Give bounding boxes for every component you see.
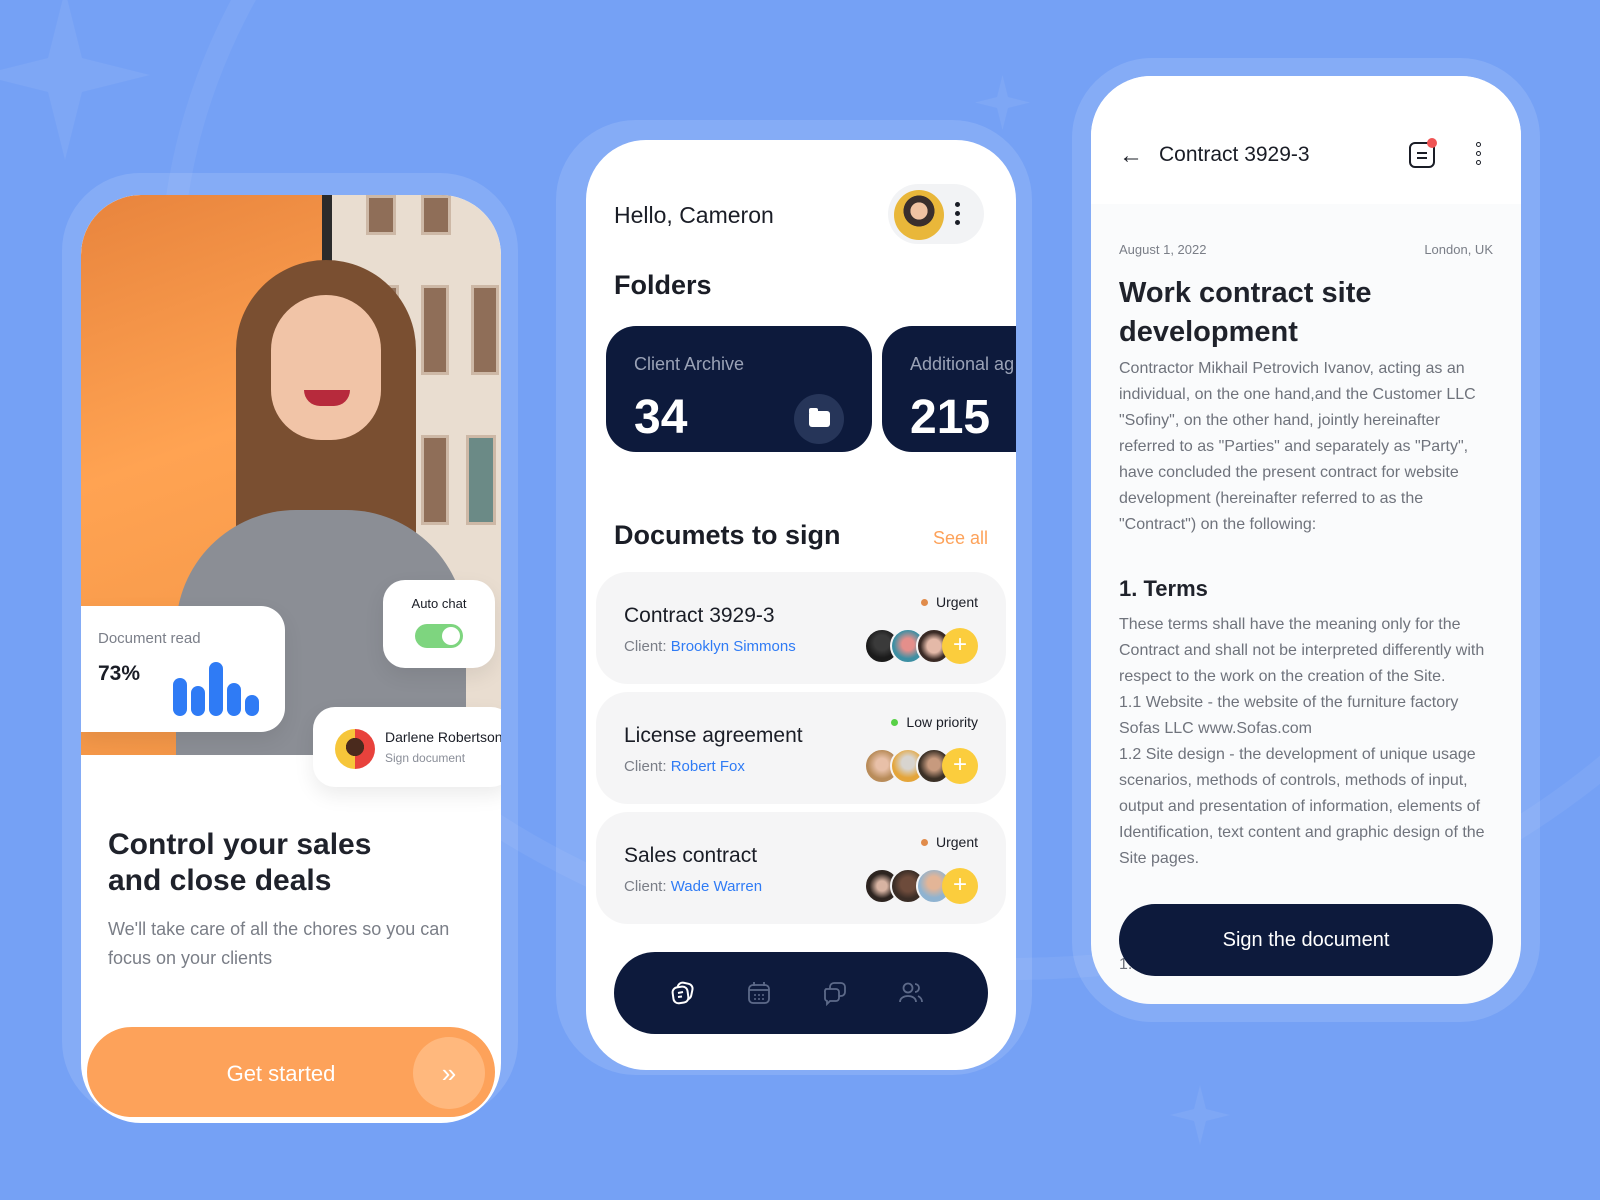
reading-bar: [227, 682, 241, 716]
assignee-avatars: +: [864, 628, 978, 664]
folder-card[interactable]: Client Archive 34: [606, 326, 872, 452]
more-vertical-icon[interactable]: [954, 202, 960, 225]
priority-dot: [891, 718, 899, 726]
document-read-label: Document read: [98, 630, 201, 647]
document-item[interactable]: Sales contract Client: Wade Warren Urgen…: [596, 812, 1006, 924]
background-star: [0, 0, 150, 160]
terms-paragraph: 1.2 Site design - the development of uni…: [1119, 746, 1485, 867]
document-read-value: 73%: [98, 662, 141, 685]
signer-action: Sign document: [385, 751, 466, 765]
signer-name: Darlene Robertson: [385, 729, 501, 745]
users-icon[interactable]: [898, 980, 924, 1006]
back-arrow-icon[interactable]: ←: [1119, 142, 1143, 170]
priority-badge: Low priority: [891, 714, 978, 730]
notification-dot: [1427, 138, 1437, 148]
contract-header: ← Contract 3929-3: [1091, 76, 1521, 204]
reading-bar: [191, 686, 205, 716]
document-client: Client: Brooklyn Simmons: [624, 638, 796, 655]
background-star: [975, 75, 1030, 130]
document-title: Sales contract: [624, 844, 758, 867]
contract-intro: Contractor Mikhail Petrovich Ivanov, act…: [1119, 360, 1476, 533]
user-avatar[interactable]: [894, 190, 944, 240]
contract-screen: ← Contract 3929-3 August 1, 2022 London,…: [1091, 76, 1521, 1004]
documents-to-sign-title: Documets to sign: [614, 520, 841, 550]
priority-label: Low priority: [906, 714, 978, 730]
headline: Control your sales and close deals: [108, 827, 488, 899]
document-item[interactable]: Contract 3929-3 Client: Brooklyn Simmons…: [596, 572, 1006, 684]
client-name[interactable]: Robert Fox: [671, 758, 745, 775]
auto-chat-card: Auto chat: [383, 580, 495, 668]
folder-count: 215: [910, 391, 991, 444]
priority-label: Urgent: [935, 594, 978, 610]
client-name[interactable]: Brooklyn Simmons: [671, 638, 796, 655]
onboarding-screen: Document read 73% Auto chat Darlene Robe…: [81, 195, 501, 1123]
contract-date: August 1, 2022: [1119, 242, 1207, 257]
folder-count: 34: [634, 391, 688, 444]
document-item[interactable]: License agreement Client: Robert Fox Low…: [596, 692, 1006, 804]
add-assignee-button[interactable]: +: [942, 628, 978, 664]
greeting: Hello, Cameron: [614, 202, 774, 228]
add-assignee-button[interactable]: +: [942, 748, 978, 784]
client-label: Client:: [624, 758, 671, 775]
assignee-avatars: +: [864, 748, 978, 784]
priority-badge: Urgent: [920, 834, 978, 850]
contract-terms: These terms shall have the meaning only …: [1119, 612, 1499, 872]
contract-location: London, UK: [1424, 242, 1493, 257]
terms-paragraph: 1.1 Website - the website of the furnitu…: [1119, 694, 1459, 737]
client-label: Client:: [624, 638, 671, 655]
assignee-avatars: +: [864, 868, 978, 904]
folder-label: Client Archive: [634, 354, 745, 374]
background-star: [1170, 1085, 1230, 1145]
priority-dot: [920, 598, 928, 606]
document-title: Contract 3929-3: [624, 604, 775, 627]
bottom-navigation: [614, 952, 988, 1034]
folder-icon[interactable]: [794, 394, 844, 444]
chat-icon[interactable]: [822, 980, 848, 1006]
reading-bars: [173, 660, 263, 716]
profile-menu[interactable]: [888, 184, 984, 244]
reading-bar: [209, 662, 223, 716]
priority-dot: [920, 838, 928, 846]
reading-bar: [245, 695, 259, 716]
document-client: Client: Wade Warren: [624, 878, 762, 895]
document-read-card: Document read 73%: [81, 606, 285, 732]
terms-paragraph: These terms shall have the meaning only …: [1119, 616, 1485, 685]
terms-heading: 1. Terms: [1119, 576, 1208, 601]
subtitle: We'll take care of all the chores so you…: [108, 919, 450, 968]
double-chevron-right-icon: »: [413, 1037, 485, 1109]
sign-document-button[interactable]: Sign the document: [1119, 904, 1493, 976]
headline-line: and close deals: [108, 864, 332, 897]
auto-chat-label: Auto chat: [411, 596, 467, 611]
auto-chat-toggle[interactable]: [415, 624, 463, 648]
client-name[interactable]: Wade Warren: [671, 878, 762, 895]
folders-title: Folders: [614, 270, 712, 300]
signer-card: Darlene Robertson Sign document: [313, 707, 501, 787]
priority-badge: Urgent: [920, 594, 978, 610]
dashboard-screen: Hello, Cameron Folders Client Archive 34…: [586, 140, 1016, 1070]
get-started-button[interactable]: Get started »: [87, 1027, 495, 1117]
calendar-icon[interactable]: [746, 980, 772, 1006]
document-title: License agreement: [624, 724, 803, 747]
see-all-link[interactable]: See all: [933, 528, 988, 549]
contract-title: Contract 3929-3: [1159, 143, 1310, 166]
folder-card[interactable]: Additional ag 215: [882, 326, 1016, 452]
folder-label: Additional ag: [910, 354, 1015, 374]
documents-icon[interactable]: [670, 980, 696, 1006]
contract-heading: Work contract site development: [1119, 277, 1372, 348]
reading-bar: [173, 678, 187, 716]
signer-avatar: [335, 729, 375, 769]
add-assignee-button[interactable]: +: [942, 868, 978, 904]
headline-line: Control your sales: [108, 828, 372, 861]
document-client: Client: Robert Fox: [624, 758, 745, 775]
client-label: Client:: [624, 878, 671, 895]
priority-label: Urgent: [935, 834, 978, 850]
more-vertical-icon[interactable]: [1475, 142, 1481, 165]
